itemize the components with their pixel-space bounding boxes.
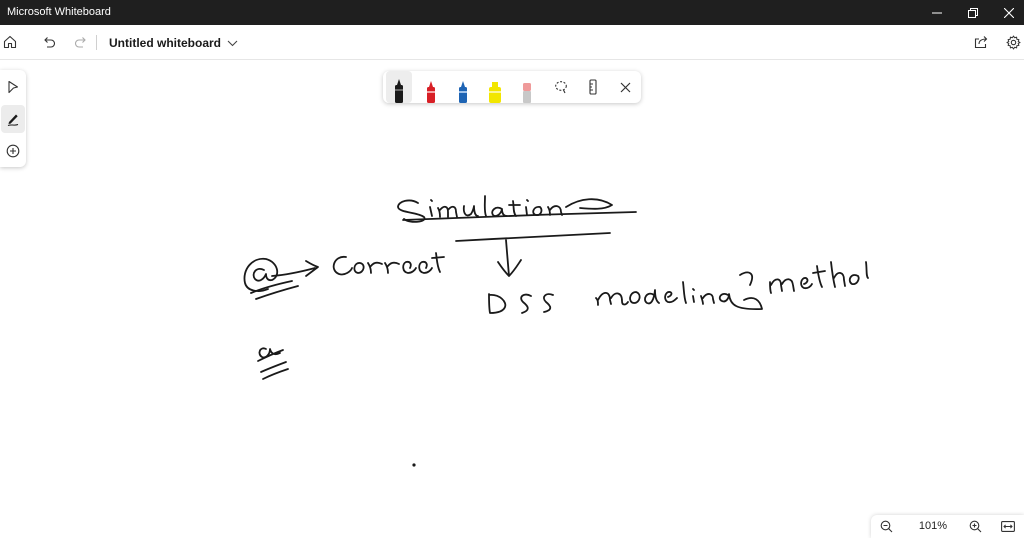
share-button[interactable]: [967, 28, 995, 56]
pen-blue[interactable]: [450, 71, 476, 103]
home-button[interactable]: [0, 28, 24, 56]
lasso-icon: [555, 81, 567, 94]
zoom-controls: 101%: [871, 515, 1024, 538]
close-icon: [1004, 7, 1014, 18]
minimize-icon: [932, 12, 942, 13]
ink-small-mark-underline: [260, 361, 289, 380]
zoom-level[interactable]: 101%: [911, 520, 955, 532]
appbar-divider: [96, 35, 97, 50]
red-pen-icon: [427, 81, 435, 103]
ink-simulation-underline-2: [455, 232, 611, 242]
undo-icon: [44, 37, 56, 48]
ink-toolbar: [383, 71, 641, 103]
left-toolbar: [0, 70, 26, 167]
restore-icon: [968, 7, 978, 18]
ink-simulation-underline-1: [402, 211, 637, 221]
inking-tool-button[interactable]: [1, 105, 25, 133]
undo-button[interactable]: [35, 28, 63, 56]
ink-down-arrow: [497, 239, 522, 277]
lasso-select-button[interactable]: [547, 73, 575, 101]
ink-right-arrow: [271, 260, 319, 277]
minimize-button[interactable]: [919, 0, 955, 25]
ink-at-underline: [250, 280, 299, 300]
whiteboard-canvas[interactable]: [0, 60, 1024, 538]
highlighter-icon: [489, 82, 501, 103]
select-tool-button[interactable]: [0, 73, 26, 101]
ink-modeling-method: [595, 261, 869, 310]
eraser-icon: [523, 83, 531, 103]
redo-icon: [74, 37, 86, 48]
board-title: Untitled whiteboard: [109, 36, 221, 50]
chevron-down-icon: [227, 40, 238, 47]
settings-button[interactable]: [999, 28, 1024, 56]
close-window-button[interactable]: [991, 0, 1024, 25]
ruler-button[interactable]: [579, 73, 607, 101]
zoom-out-button[interactable]: [873, 515, 899, 538]
black-pen-icon: [395, 79, 403, 103]
share-icon: [974, 36, 988, 49]
add-icon: [6, 144, 20, 158]
home-icon: [3, 35, 17, 49]
eraser-tool[interactable]: [514, 71, 540, 103]
settings-icon: [1006, 35, 1020, 49]
fit-to-screen-icon: [1001, 521, 1015, 532]
close-ink-toolbar-button[interactable]: [611, 73, 639, 101]
ink-small-mark: [257, 347, 284, 362]
inking-icon: [7, 114, 19, 126]
add-button[interactable]: [0, 137, 26, 165]
zoom-in-button[interactable]: [962, 515, 988, 538]
fit-to-screen-button[interactable]: [995, 515, 1021, 538]
ruler-icon: [589, 79, 597, 95]
app-title: Microsoft Whiteboard: [7, 6, 111, 18]
blue-pen-icon: [459, 81, 467, 103]
select-icon: [8, 80, 19, 94]
ink-correct: [332, 252, 445, 276]
pen-black[interactable]: [386, 71, 412, 103]
restore-button[interactable]: [955, 0, 991, 25]
close-icon: [620, 82, 630, 92]
zoom-out-icon: [880, 520, 892, 533]
title-bar: Microsoft Whiteboard: [0, 0, 1024, 25]
ink-strokes: [243, 195, 869, 467]
app-bar: Untitled whiteboard: [0, 25, 1024, 60]
ink-simulation: [397, 195, 613, 223]
board-title-dropdown[interactable]: Untitled whiteboard: [109, 34, 238, 52]
highlighter-yellow[interactable]: [482, 71, 508, 103]
pen-red[interactable]: [418, 71, 444, 103]
ink-dss: [488, 293, 554, 314]
ink-dot: [412, 463, 416, 467]
redo-button[interactable]: [67, 28, 95, 56]
zoom-in-icon: [969, 520, 981, 533]
